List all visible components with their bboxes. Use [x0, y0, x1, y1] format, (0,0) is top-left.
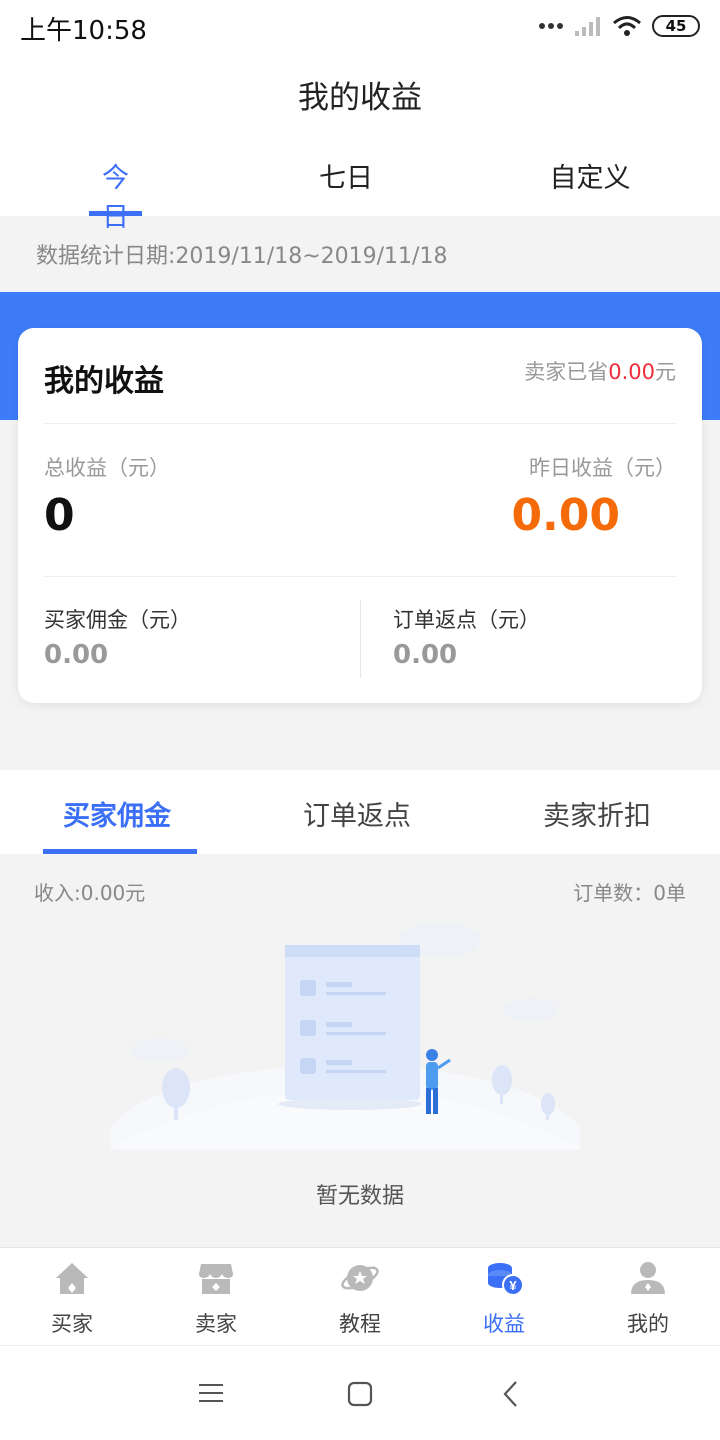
tab-buyer-commission[interactable]: 买家佣金: [63, 794, 171, 833]
date-range: 数据统计日期:2019/11/18~2019/11/18: [36, 244, 448, 269]
back-icon[interactable]: [500, 1379, 520, 1409]
status-time: 上午10:58: [20, 16, 147, 46]
battery-icon: 45: [652, 15, 700, 37]
planet-icon: [341, 1265, 379, 1291]
divider: [44, 576, 676, 577]
tab-seven-days[interactable]: 七日: [318, 156, 374, 195]
total-earnings-label: 总收益（元）: [44, 456, 170, 480]
system-nav-bar: [0, 1345, 720, 1440]
tab-today[interactable]: 今日: [89, 156, 142, 234]
yesterday-earnings-label: 昨日收益（元）: [529, 456, 676, 480]
bottom-nav-label: 教程: [339, 1312, 381, 1336]
seller-saved-suffix: 元: [655, 360, 676, 384]
bottom-nav: 买家 卖家 教程 ¥ 收益 我的: [0, 1247, 720, 1345]
seller-saved: 卖家已省0.00元: [524, 356, 676, 386]
svg-text:¥: ¥: [509, 1278, 517, 1293]
divider: [44, 423, 676, 424]
house-icon: [56, 1263, 88, 1294]
seller-saved-prefix: 卖家已省: [524, 360, 609, 384]
tab-indicator: [43, 849, 197, 854]
home-icon[interactable]: [346, 1380, 374, 1408]
header: 我的收益: [0, 52, 720, 136]
tab-seller-discount[interactable]: 卖家折扣: [543, 794, 651, 833]
buyer-commission-label: 买家佣金（元）: [44, 608, 191, 632]
tab-custom[interactable]: 自定义: [548, 156, 632, 195]
order-count-summary: 订单数：0单: [573, 881, 686, 905]
bottom-nav-label: 我的: [627, 1312, 669, 1336]
coins-icon: ¥: [488, 1263, 524, 1296]
bottom-nav-label: 卖家: [195, 1312, 237, 1336]
bottom-nav-earnings[interactable]: ¥ 收益: [432, 1248, 576, 1346]
bottom-nav-label: 收益: [483, 1312, 525, 1336]
status-bar: 上午10:58 45: [0, 0, 720, 52]
bottom-nav-tutorial[interactable]: 教程: [288, 1248, 432, 1346]
bottom-nav-seller[interactable]: 卖家: [144, 1248, 288, 1346]
order-rebate-label: 订单返点（元）: [393, 608, 540, 632]
order-rebate-value: 0.00: [393, 640, 458, 670]
menu-icon[interactable]: [198, 1381, 224, 1405]
total-earnings-value: 0: [44, 490, 75, 541]
period-tabs: 今日 七日 自定义: [0, 136, 720, 233]
earnings-card: 我的收益 卖家已省0.00元 总收益（元） 0 昨日收益（元） 0.00 买家佣…: [18, 328, 702, 703]
buyer-commission-value: 0.00: [44, 640, 109, 670]
bottom-nav-buyer[interactable]: 买家: [0, 1248, 144, 1346]
yesterday-earnings-value: 0.00: [511, 490, 620, 541]
empty-state-illustration: [110, 922, 580, 1150]
empty-state-text: 暂无数据: [315, 1184, 404, 1209]
vertical-divider: [360, 600, 361, 678]
more-dots-icon: [539, 23, 563, 29]
tab-order-rebate[interactable]: 订单返点: [303, 794, 411, 833]
store-icon: [199, 1264, 233, 1294]
card-title: 我的收益: [44, 364, 164, 399]
bottom-nav-mine[interactable]: 我的: [576, 1248, 720, 1346]
signal-icon: [575, 17, 600, 36]
status-icons: 45: [538, 12, 700, 40]
category-tabs: 买家佣金 订单返点 卖家折扣: [0, 770, 720, 854]
income-summary: 收入:0.00元: [34, 881, 146, 905]
bottom-nav-label: 买家: [51, 1312, 93, 1336]
seller-saved-value: 0.00: [608, 360, 655, 384]
wifi-icon: [613, 16, 641, 36]
page-title: 我的收益: [298, 80, 422, 116]
person-icon: [631, 1262, 665, 1294]
tab-indicator: [89, 211, 142, 216]
